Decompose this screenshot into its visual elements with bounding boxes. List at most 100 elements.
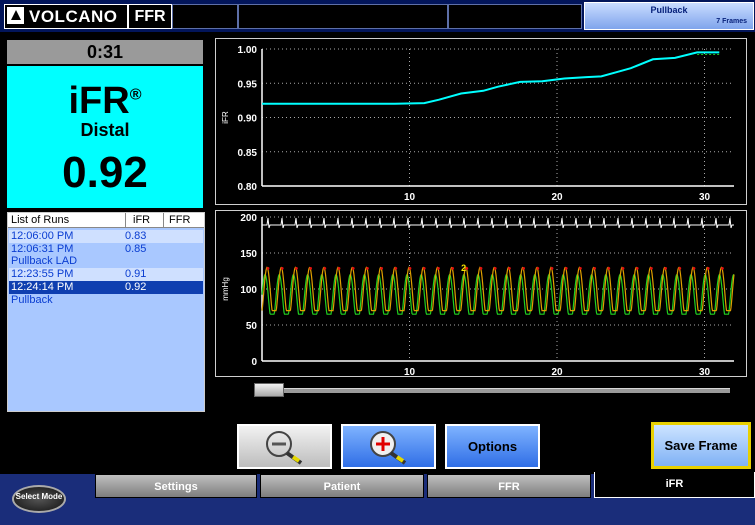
header-divider xyxy=(125,213,126,227)
product-badge: FFR xyxy=(128,4,172,29)
peak-marker xyxy=(351,267,355,270)
zoom-in-icon xyxy=(370,431,407,465)
run-label[interactable]: Pullback xyxy=(9,294,203,307)
peak-marker xyxy=(536,267,540,270)
y-tick-label: 100 xyxy=(240,285,257,296)
x-tick-label: 30 xyxy=(699,192,711,203)
peak-marker xyxy=(451,267,454,270)
runs-list-header: List of Runs iFR FFR xyxy=(8,213,204,228)
peak-marker xyxy=(635,267,639,270)
run-time: 12:23:55 PM xyxy=(11,268,74,280)
volcano-logo: VOLCANO xyxy=(4,4,128,29)
peak-marker xyxy=(408,267,412,270)
ifr-value: 0.92 xyxy=(62,148,148,197)
status-slot-3 xyxy=(448,4,582,29)
peak-marker xyxy=(579,267,582,270)
y-tick-label: 0 xyxy=(251,357,257,368)
y-tick-label: 200 xyxy=(240,213,257,224)
peak-marker xyxy=(664,267,667,270)
frame-slider[interactable] xyxy=(254,383,732,397)
peak-marker xyxy=(621,267,625,270)
select-mode-button[interactable]: Select Mode xyxy=(12,485,66,513)
y-axis-label: mmHg xyxy=(221,277,230,301)
peak-marker xyxy=(437,267,440,270)
peak-marker xyxy=(550,267,554,270)
y-axis-label: iFR xyxy=(221,111,230,124)
run-time: 12:06:00 PM xyxy=(11,230,74,242)
y-tick-label: 0.80 xyxy=(238,182,258,193)
elapsed-timer: 0:31 xyxy=(7,40,203,64)
run-row[interactable]: 12:06:00 PM 0.83 xyxy=(9,230,203,243)
ecg-trace xyxy=(262,217,734,229)
y-tick-label: 150 xyxy=(240,249,257,260)
peak-marker xyxy=(692,267,696,270)
runs-header-ifr: iFR xyxy=(133,214,151,226)
index-name: iFR® xyxy=(68,80,142,122)
x-tick-label: 20 xyxy=(551,367,563,377)
runs-header-ffr: FFR xyxy=(169,214,191,226)
peak-marker xyxy=(508,267,511,270)
peak-marker xyxy=(650,267,653,270)
tab-patient[interactable]: Patient xyxy=(260,474,424,498)
status-slot-1 xyxy=(172,4,238,29)
zoom-out-icon xyxy=(266,431,303,465)
x-tick-label: 10 xyxy=(404,367,416,377)
run-label[interactable]: Pullback LAD xyxy=(9,255,203,268)
peak-marker xyxy=(493,267,497,270)
peak-marker xyxy=(295,267,298,270)
slider-track[interactable] xyxy=(284,388,730,393)
peak-marker xyxy=(678,267,682,270)
y-tick-label: 0.90 xyxy=(238,114,258,125)
run-label-text: Pullback LAD xyxy=(11,255,78,267)
slider-thumb[interactable] xyxy=(254,383,284,397)
peak-marker xyxy=(394,267,398,270)
run-time: 12:06:31 PM xyxy=(11,243,74,255)
status-slot-2 xyxy=(238,4,448,29)
run-ifr: 0.92 xyxy=(125,281,147,293)
measurement-location: Distal xyxy=(80,120,130,140)
runs-list[interactable]: List of Runs iFR FFR 12:06:00 PM 0.83 12… xyxy=(7,212,205,412)
run-row[interactable]: 12:23:55 PM 0.91 xyxy=(9,268,203,281)
peak-marker xyxy=(522,267,525,270)
mode-title: Pullback xyxy=(650,5,688,15)
run-row-selected[interactable]: 12:24:14 PM 0.92 xyxy=(9,281,203,294)
peak-marker xyxy=(309,267,312,270)
peak-marker xyxy=(337,267,341,270)
header-divider xyxy=(163,213,164,227)
peak-marker xyxy=(323,267,327,270)
ifr-series-line xyxy=(262,51,720,105)
zoom-out-button[interactable] xyxy=(237,424,332,469)
tab-ifr[interactable]: iFR xyxy=(594,472,755,498)
peak-marker xyxy=(721,267,724,270)
x-tick-label: 30 xyxy=(699,367,711,377)
save-frame-button[interactable]: Save Frame xyxy=(651,422,751,469)
run-label-text: Pullback xyxy=(11,294,53,306)
zoom-in-button[interactable] xyxy=(341,424,436,469)
peak-marker xyxy=(266,267,270,270)
run-ifr: 0.91 xyxy=(125,268,147,280)
top-bar: VOLCANO FFR Pullback 7 Frames xyxy=(0,0,755,32)
x-tick-label: 10 xyxy=(404,192,416,203)
run-ifr: 0.85 xyxy=(125,243,147,255)
run-ifr: 0.83 xyxy=(125,230,147,242)
peak-marker xyxy=(380,267,383,270)
frame-count: 7 Frames xyxy=(716,18,747,25)
brand-name: VOLCANO xyxy=(29,7,118,26)
options-button[interactable]: Options xyxy=(445,424,540,469)
x-tick-label: 20 xyxy=(551,192,563,203)
peak-marker xyxy=(366,267,369,270)
y-tick-label: 50 xyxy=(246,321,258,332)
tab-settings[interactable]: Settings xyxy=(95,474,257,498)
peak-marker xyxy=(479,267,483,270)
mode-indicator[interactable]: Pullback 7 Frames xyxy=(584,2,754,30)
y-tick-label: 0.85 xyxy=(238,148,258,159)
peak-marker xyxy=(280,267,284,270)
registered-mark: ® xyxy=(129,86,142,104)
y-tick-label: 1.00 xyxy=(238,45,258,56)
peak-marker xyxy=(706,267,710,270)
run-time: 12:24:14 PM xyxy=(11,281,74,293)
peak-marker xyxy=(422,267,426,270)
tab-ffr[interactable]: FFR xyxy=(427,474,591,498)
y-tick-label: 0.95 xyxy=(238,79,258,90)
event-marker: 2 xyxy=(461,263,466,273)
